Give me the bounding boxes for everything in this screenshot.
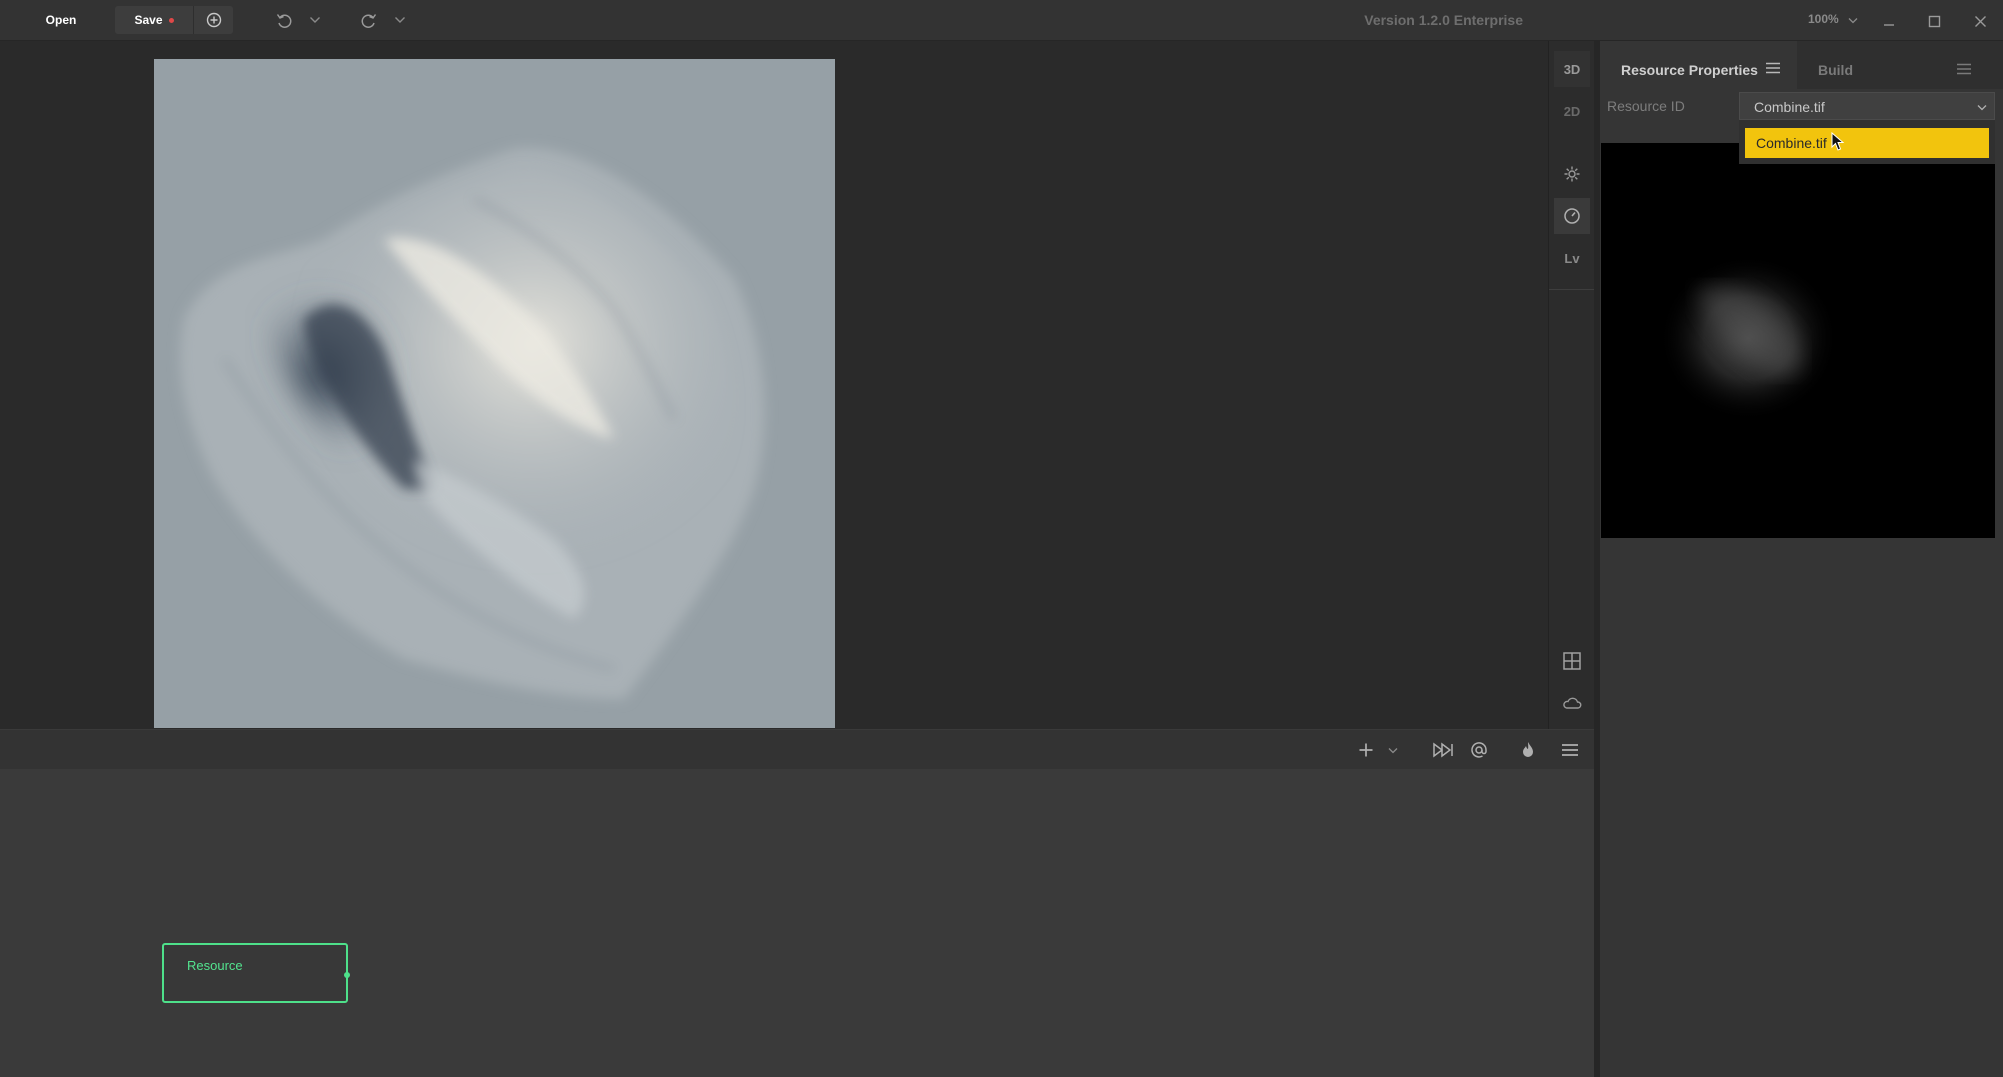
cloud-icon[interactable] [1554, 685, 1590, 721]
at-icon[interactable] [1468, 739, 1490, 761]
resource-id-label: Resource ID [1607, 98, 1685, 114]
viewport-toolstrip: 3D 2D Lv [1548, 41, 1595, 729]
properties-tabs: Resource Properties Build [1600, 41, 2003, 89]
minimize-icon[interactable] [1878, 10, 1900, 32]
add-chevron-icon[interactable] [1385, 742, 1401, 758]
panel-menu-icon[interactable] [1954, 61, 1974, 77]
divider [1549, 289, 1595, 290]
light-icon[interactable] [1554, 156, 1590, 192]
mouse-cursor-icon [1831, 131, 1845, 157]
resource-id-select[interactable]: Combine.tif [1739, 92, 1995, 120]
resource-id-dropdown: Combine.tif [1739, 120, 1995, 164]
close-icon[interactable] [1969, 10, 1991, 32]
view-2d-button[interactable]: 2D [1554, 93, 1590, 129]
open-button[interactable]: Open [30, 7, 92, 33]
save-label: Save [134, 13, 163, 27]
resource-id-value: Combine.tif [1754, 99, 1825, 115]
tab-menu-icon[interactable] [1763, 59, 1783, 77]
node-graph[interactable] [0, 769, 1594, 1077]
resource-preview [1601, 143, 1995, 538]
tab-resource-properties-label: Resource Properties [1621, 62, 1758, 78]
node-output-port[interactable] [344, 972, 350, 978]
version-label: Version 1.2.0 Enterprise [1364, 12, 1523, 28]
dropdown-option[interactable]: Combine.tif [1745, 128, 1989, 158]
add-icon[interactable] [1355, 739, 1377, 761]
undo-history-chevron-icon[interactable] [306, 9, 324, 31]
zoom-chevron-icon[interactable] [1846, 12, 1860, 28]
add-circle-icon[interactable] [197, 6, 231, 34]
dropdown-option-label: Combine.tif [1756, 135, 1827, 151]
grid-icon[interactable] [1554, 643, 1590, 679]
top-toolbar: Open Save Version 1.2.0 Enterprise 100% [0, 0, 2003, 41]
view-3d-button[interactable]: 3D [1554, 51, 1590, 87]
zoom-level[interactable]: 100% [1808, 12, 1839, 26]
compass-icon[interactable] [1554, 198, 1590, 234]
fast-forward-icon[interactable] [1431, 739, 1455, 761]
level-button[interactable]: Lv [1554, 240, 1590, 276]
redo-history-chevron-icon[interactable] [391, 9, 409, 31]
resource-node-label: Resource [187, 958, 243, 973]
save-button[interactable]: Save [115, 6, 194, 34]
menu-icon[interactable] [1559, 739, 1581, 761]
redo-icon[interactable] [357, 9, 381, 31]
tab-resource-properties[interactable]: Resource Properties [1600, 41, 1797, 89]
resource-node[interactable]: Resource [162, 943, 350, 1003]
chevron-down-icon[interactable] [1975, 101, 1989, 113]
maximize-icon[interactable] [1923, 10, 1945, 32]
save-group: Save [115, 6, 233, 34]
terrain-render[interactable] [154, 59, 835, 728]
unsaved-indicator [168, 17, 174, 23]
graph-toolbar [0, 729, 1594, 770]
flame-icon[interactable] [1517, 739, 1539, 761]
undo-icon[interactable] [272, 9, 296, 31]
tab-build[interactable]: Build [1818, 62, 1853, 78]
